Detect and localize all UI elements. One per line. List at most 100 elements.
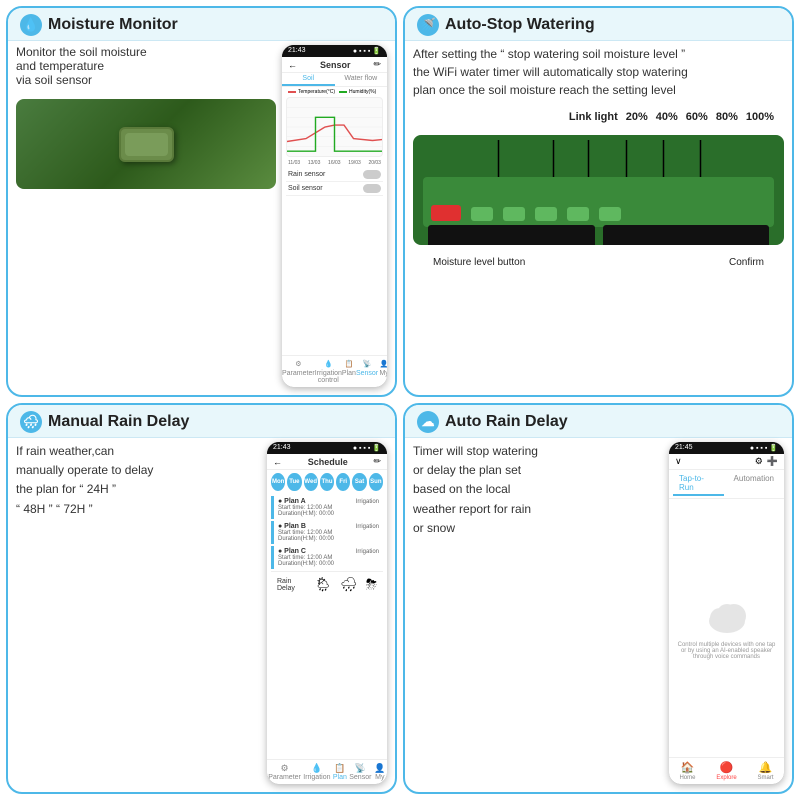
- day-row: Mon Tue Wed Thu Fri Sat Sun: [267, 470, 387, 494]
- pct-labels-row: Link light 20% 40% 60% 80% 100%: [413, 111, 784, 125]
- soil-sensor-toggle[interactable]: [363, 184, 381, 193]
- tab-taptorun[interactable]: Tap-to-Run: [673, 472, 724, 496]
- plan-c: ● Plan C Irrigation Start time: 12:00 AM…: [271, 546, 383, 569]
- bottom-parameter[interactable]: ⚙ Parameter: [282, 359, 315, 384]
- legend-temp: Temperature(°C): [288, 89, 335, 95]
- auto-body: Timer will stop watering or delay the pl…: [405, 438, 792, 792]
- phone-bottombar: ⚙ Parameter 💧 Irrigation control 📋 Plan: [282, 355, 387, 387]
- manual-phone: 21:43 ● ▪ ▪ ▪ 🔋 ← Schedule ✏ Mon Tue: [267, 442, 387, 784]
- auto-header: ☁ Auto Rain Delay: [405, 405, 792, 438]
- bottom-plan[interactable]: 📋 Plan: [342, 359, 356, 384]
- soil-sensor-row: Soil sensor: [286, 182, 383, 196]
- day-wed[interactable]: Wed: [304, 473, 318, 491]
- auto-topbar: ∨ ⚙ ➕: [669, 454, 784, 470]
- rain-sensor-toggle[interactable]: [363, 170, 381, 179]
- plan-a: ● Plan A Irrigation Start time: 12:00 AM…: [271, 496, 383, 519]
- auto-bottom-explore[interactable]: 🔴 Explore: [716, 761, 736, 781]
- bottom-my[interactable]: 👤 My: [378, 359, 387, 384]
- manual-content: ● Plan A Irrigation Start time: 12:00 AM…: [267, 494, 387, 759]
- moisture-left: Monitor the soil moisture and temperatur…: [16, 45, 276, 387]
- manual-phone-frame: 21:43 ● ▪ ▪ ▪ 🔋 ← Schedule ✏ Mon Tue: [267, 442, 387, 784]
- main-grid: 💧 Moisture Monitor Monitor the soil mois…: [0, 0, 800, 800]
- autostop-card: 🚿 Auto-Stop Watering After setting the “…: [403, 6, 794, 397]
- moisture-header: 💧 Moisture Monitor: [8, 8, 395, 41]
- auto-bottom-home[interactable]: 🏠 Home: [679, 761, 695, 781]
- bottom-irr2[interactable]: 💧 Irrigation: [303, 763, 330, 781]
- autostop-desc: After setting the “ stop watering soil m…: [413, 45, 784, 99]
- legend-humidity: Humidity(%): [339, 89, 376, 95]
- phone-content: Temperature(°C) Humidity(%): [282, 87, 387, 355]
- moisture-phone: 21:43 ● ▪ ▪ ▪ 🔋 ← Sensor ✏ Soil Water fl…: [282, 45, 387, 387]
- day-thu[interactable]: Thu: [320, 473, 334, 491]
- auto-tabs: Tap-to-Run Automation: [669, 470, 784, 499]
- moisture-desc: Monitor the soil moisture and temperatur…: [16, 45, 276, 87]
- pct-100: 100%: [746, 111, 774, 123]
- moisture-monitor-card: 💧 Moisture Monitor Monitor the soil mois…: [6, 6, 397, 397]
- phone-frame: 21:43 ● ▪ ▪ ▪ 🔋 ← Sensor ✏ Soil Water fl…: [282, 45, 387, 387]
- auto-screen: ∨ ⚙ ➕ Tap-to-Run Automation: [669, 454, 784, 784]
- moisture-icon: 💧: [20, 14, 42, 36]
- pct-link-light: Link light: [569, 111, 618, 123]
- bottom-irrigation[interactable]: 💧 Irrigation control: [315, 359, 342, 384]
- pct-60: 60%: [686, 111, 708, 123]
- auto-icon: ☁: [417, 411, 439, 433]
- plan-b: ● Plan B Irrigation Start time: 12:00 AM…: [271, 521, 383, 544]
- day-fri[interactable]: Fri: [336, 473, 350, 491]
- auto-desc: Timer will stop watering or delay the pl…: [413, 442, 663, 784]
- manual-topbar: ← Schedule ✏: [267, 454, 387, 470]
- manual-statusbar: 21:43 ● ▪ ▪ ▪ 🔋: [267, 442, 387, 454]
- tab-soil[interactable]: Soil: [282, 73, 335, 86]
- manual-title: Manual Rain Delay: [48, 413, 189, 431]
- rain-icon-24[interactable]: 🌦: [314, 576, 332, 593]
- auto-rain-card: ☁ Auto Rain Delay Timer will stop wateri…: [403, 403, 794, 794]
- bottom-param2[interactable]: ⚙ Parameter: [268, 763, 301, 781]
- chart-area: [286, 97, 383, 157]
- pct-40: 40%: [656, 111, 678, 123]
- tab-automation[interactable]: Automation: [728, 472, 780, 496]
- manual-desc: If rain weather,can manually operate to …: [16, 442, 261, 784]
- rain-delay-row: Rain Delay 🌦 🌧 ⛈: [271, 571, 383, 597]
- day-mon[interactable]: Mon: [271, 473, 285, 491]
- pct-20: 20%: [626, 111, 648, 123]
- day-tue[interactable]: Tue: [287, 473, 301, 491]
- auto-bottom-smart[interactable]: 🔔 Smart: [758, 761, 774, 781]
- autostop-header: 🚿 Auto-Stop Watering: [405, 8, 792, 41]
- auto-phone: 21:45 ● ▪ ▪ ▪ 🔋 ∨ ⚙ ➕: [669, 442, 784, 784]
- manual-header: 🌧 Manual Rain Delay: [8, 405, 395, 438]
- sensor-image: [413, 135, 784, 245]
- rain-icon-72[interactable]: ⛈: [366, 576, 377, 593]
- rain-icon-48[interactable]: 🌧: [340, 576, 358, 593]
- phone-topbar: ← Sensor ✏: [282, 57, 387, 73]
- manual-screen: ← Schedule ✏ Mon Tue Wed Thu Fri Sat: [267, 454, 387, 784]
- tab-waterflow[interactable]: Water flow: [335, 73, 388, 86]
- phone-tabs: Soil Water flow: [282, 73, 387, 87]
- phone-screen: ← Sensor ✏ Soil Water flow: [282, 57, 387, 387]
- sensor-bottom-labels: Moisture level button Confirm: [413, 255, 784, 270]
- auto-phone-frame: 21:45 ● ▪ ▪ ▪ 🔋 ∨ ⚙ ➕: [669, 442, 784, 784]
- auto-statusbar: 21:45 ● ▪ ▪ ▪ 🔋: [669, 442, 784, 454]
- bottom-plan2[interactable]: 📋 Plan: [333, 763, 347, 781]
- auto-title: Auto Rain Delay: [445, 413, 568, 431]
- confirm-label: Confirm: [729, 257, 764, 268]
- manual-bottombar: ⚙ Parameter 💧 Irrigation 📋 Plan: [267, 759, 387, 784]
- moisture-title: Moisture Monitor: [48, 16, 178, 34]
- autostop-title: Auto-Stop Watering: [445, 16, 595, 34]
- moisture-body: Monitor the soil moisture and temperatur…: [8, 41, 395, 395]
- manual-rain-card: 🌧 Manual Rain Delay If rain weather,can …: [6, 403, 397, 794]
- manual-body: If rain weather,can manually operate to …: [8, 438, 395, 792]
- autostop-icon: 🚿: [417, 14, 439, 36]
- soil-device-image: [16, 99, 276, 189]
- chart-labels: 11/03 13/03 16/03 19/03 20/03: [286, 160, 383, 166]
- day-sat[interactable]: Sat: [352, 473, 366, 491]
- bottom-sensor[interactable]: 📡 Sensor: [356, 359, 378, 384]
- manual-icon: 🌧: [20, 411, 42, 433]
- pct-80: 80%: [716, 111, 738, 123]
- bottom-my2[interactable]: 👤 My: [374, 763, 386, 781]
- autostop-body: After setting the “ stop watering soil m…: [405, 41, 792, 395]
- day-sun[interactable]: Sun: [369, 473, 383, 491]
- cloud-area: Control multiple devices with one tap or…: [669, 499, 784, 757]
- soil-box: [119, 127, 174, 162]
- statusbar: 21:43 ● ▪ ▪ ▪ 🔋: [282, 45, 387, 57]
- chart-legend: Temperature(°C) Humidity(%): [286, 89, 383, 95]
- bottom-sensor2[interactable]: 📡 Sensor: [349, 763, 371, 781]
